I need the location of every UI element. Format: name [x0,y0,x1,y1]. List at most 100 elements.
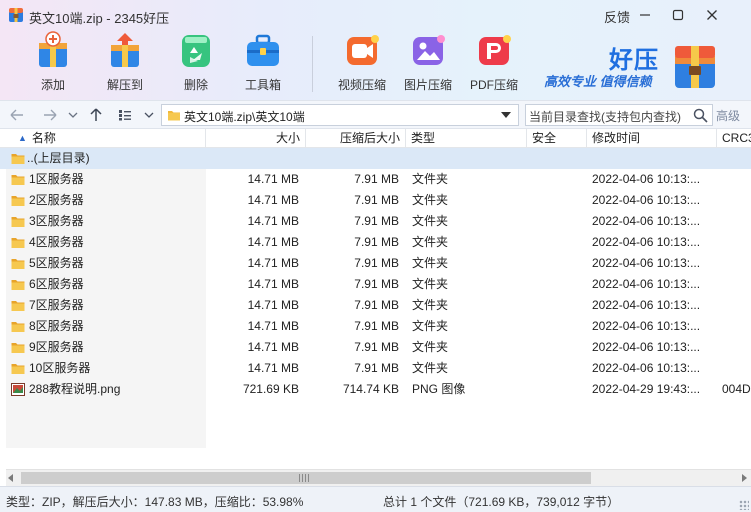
folder-icon [11,301,25,311]
cell-name: 288教程说明.png [29,382,121,396]
path-dropdown-icon[interactable] [501,112,511,118]
table-row[interactable]: 3区服务器 14.71 MB 7.91 MB 文件夹 2022-04-06 10:13:… [0,211,751,232]
table-row[interactable]: 2区服务器 14.71 MB 7.91 MB 文件夹 2022-04-06 10:13:… [0,190,751,211]
cell-packed [306,148,399,169]
col-name-label: 名称 [31,131,56,145]
scrollbar-thumb[interactable] [21,472,591,484]
table-row[interactable]: 288教程说明.png 721.69 KB 714.74 KB PNG 图像 2022-… [0,379,751,400]
cell-size: 14.71 MB [247,361,299,375]
cell-modified [592,148,714,169]
cell-modified: 2022-04-29 19:43:... [592,382,701,396]
cell-security [532,169,582,190]
cell-modified: 2022-04-06 10:13:... [592,277,701,291]
cell-security [532,148,582,169]
extract-button[interactable]: 解压到 [92,30,158,96]
app-logo-icon [9,8,23,22]
cell-name: 2区服务器 [29,193,84,207]
png-file-icon [11,383,25,396]
cell-name: 10区服务器 [29,361,91,375]
delete-button[interactable]: 删除 [163,30,229,96]
maximize-button[interactable] [667,4,689,26]
table-row[interactable]: 9区服务器 14.71 MB 7.91 MB 文件夹 2022-04-06 10:13:… [0,337,751,358]
chevron-down-icon [68,112,78,118]
col-crc[interactable]: CRC3 [717,129,751,148]
arrow-left-icon [10,109,23,121]
cell-modified: 2022-04-06 10:13:... [592,319,701,333]
cell-packed: 7.91 MB [354,340,399,354]
scroll-right-icon[interactable] [742,474,747,482]
brand-name: 好压 [609,47,659,74]
video-compress-button[interactable]: 视频压缩 [329,30,395,96]
cell-modified: 2022-04-06 10:13:... [592,340,701,354]
cell-security [532,358,582,379]
cell-packed: 7.91 MB [354,256,399,270]
folder-icon [11,196,25,206]
col-name[interactable]: ▲ 名称 [6,129,206,148]
history-dropdown[interactable] [64,106,82,124]
advanced-search-link[interactable]: 高级 [716,107,740,124]
back-button[interactable] [8,106,26,124]
recycle-icon [182,35,210,67]
table-row[interactable]: 6区服务器 14.71 MB 7.91 MB 文件夹 2022-04-06 10:13:… [0,274,751,295]
cell-size: 14.71 MB [247,319,299,333]
scroll-left-icon[interactable] [8,474,13,482]
up-button[interactable] [87,106,105,124]
window-title: 英文10端.zip - 2345好压 [29,11,170,26]
table-row[interactable]: 8区服务器 14.71 MB 7.91 MB 文件夹 2022-04-06 10:13:… [0,316,751,337]
view-mode-button[interactable] [116,106,134,124]
folder-icon [11,322,25,332]
cell-type: 文件夹 [412,277,449,291]
cell-name: ..(上层目录) [27,151,90,165]
forward-button[interactable] [41,106,59,124]
minimize-button[interactable] [634,4,656,26]
table-row[interactable]: 1区服务器 14.71 MB 7.91 MB 文件夹 2022-04-06 10:13:… [0,169,751,190]
path-field[interactable]: 英文10端.zip\英文10端 [161,104,519,126]
col-type[interactable]: 类型 [406,129,527,148]
cell-name: 4区服务器 [29,235,84,249]
feedback-link[interactable]: 反馈 [604,7,630,26]
cell-crc: 004D [722,382,751,396]
cell-type: PNG 图像 [412,382,466,396]
toolbox-icon [247,34,279,66]
search-input[interactable]: 当前目录查找(支持包内查找) [525,104,713,126]
col-size[interactable]: 大小 [206,129,306,148]
cell-crc [722,148,751,169]
toolbox-button[interactable]: 工具箱 [230,30,296,96]
image-compress-icon [413,35,445,65]
col-modified[interactable]: 修改时间 [587,129,717,148]
folder-icon [168,111,180,121]
extract-label: 解压到 [106,78,143,92]
cell-security [532,253,582,274]
search-placeholder: 当前目录查找(支持包内查找) [529,110,681,124]
cell-crc [722,190,751,211]
close-button[interactable] [701,4,723,26]
table-row[interactable]: 5区服务器 14.71 MB 7.91 MB 文件夹 2022-04-06 10:13:… [0,253,751,274]
folder-icon [11,238,25,248]
col-security[interactable]: 安全 [527,129,587,148]
search-icon[interactable] [693,108,708,123]
add-button[interactable]: 添加 [20,30,86,96]
image-compress-button[interactable]: 图片压缩 [395,30,461,96]
extract-archive-icon [111,33,139,67]
folder-icon [11,175,25,185]
cell-crc [722,211,751,232]
cell-size: 14.71 MB [247,298,299,312]
cell-size: 14.71 MB [247,340,299,354]
table-row[interactable]: 10区服务器 14.71 MB 7.91 MB 文件夹 2022-04-06 10:13… [0,358,751,379]
video-compress-label: 视频压缩 [337,78,386,92]
pdf-compress-button[interactable]: PDF压缩 [461,30,527,96]
horizontal-scrollbar[interactable] [6,469,751,486]
cell-packed: 7.91 MB [354,298,399,312]
table-row[interactable]: 7区服务器 14.71 MB 7.91 MB 文件夹 2022-04-06 10:13:… [0,295,751,316]
view-mode-dropdown[interactable] [140,106,158,124]
col-packed[interactable]: 压缩后大小 [306,129,406,148]
add-label: 添加 [40,78,65,92]
cell-name: 3区服务器 [29,214,84,228]
toolbox-label: 工具箱 [244,78,281,92]
resize-grip[interactable] [739,500,749,510]
parent-dir-row[interactable]: ..(上层目录) [0,148,751,169]
cell-size: 14.71 MB [247,214,299,228]
table-row[interactable]: 4区服务器 14.71 MB 7.91 MB 文件夹 2022-04-06 10:13:… [0,232,751,253]
folder-icon [11,343,25,353]
cell-size: 14.71 MB [247,277,299,291]
